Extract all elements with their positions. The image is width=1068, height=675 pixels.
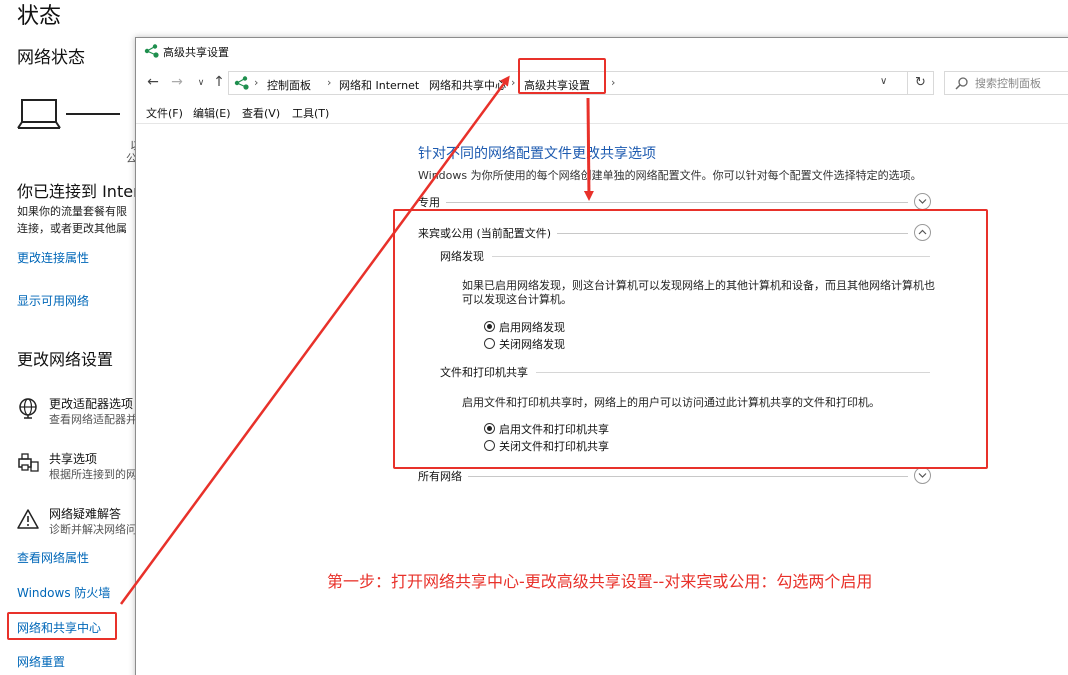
windows-firewall-link[interactable]: Windows 防火墙 xyxy=(17,584,110,601)
highlight-box-breadcrumb xyxy=(518,58,606,94)
menu-bar: 文件(F) 编辑(E) 查看(V) 工具(T) xyxy=(136,104,1068,122)
section-divider xyxy=(418,476,908,477)
breadcrumb-sharing-center[interactable]: 网络和共享中心 xyxy=(429,77,506,93)
search-box[interactable] xyxy=(944,71,1068,95)
search-icon xyxy=(955,77,968,90)
network-icon xyxy=(234,76,249,90)
up-arrow-icon[interactable]: ↑ xyxy=(210,74,228,90)
expand-chevron-icon[interactable] xyxy=(914,193,931,210)
sharing-options-title[interactable]: 共享选项 xyxy=(49,450,97,467)
highlight-box-guest-section xyxy=(393,209,988,469)
menu-tools[interactable]: 工具(T) xyxy=(292,105,329,121)
connected-description: 如果你的流量套餐有限 xyxy=(17,205,127,218)
window-title: 高级共享设置 xyxy=(163,46,229,59)
show-available-networks-link[interactable]: 显示可用网络 xyxy=(17,292,89,309)
content-heading: 针对不同的网络配置文件更改共享选项 xyxy=(418,146,656,162)
breadcrumb-chevron-icon[interactable]: › xyxy=(327,76,331,89)
laptop-icon xyxy=(17,99,61,129)
search-input[interactable] xyxy=(975,74,1068,92)
connection-line xyxy=(66,113,120,115)
refresh-icon[interactable]: ↻ xyxy=(908,71,934,95)
step-instruction-note: 第一步：打开网络共享中心-更改高级共享设置--对来宾或公用：勾选两个启用 xyxy=(327,572,873,591)
adapter-options-title[interactable]: 更改适配器选项 xyxy=(49,395,133,412)
sharing-options-subtitle: 根据所连接到的网 xyxy=(49,468,137,481)
content-intro: Windows 为你所使用的每个网络创建单独的网络配置文件。你可以针对每个配置文… xyxy=(418,169,922,182)
menu-file[interactable]: 文件(F) xyxy=(146,105,183,121)
breadcrumb-network-internet[interactable]: 网络和 Internet xyxy=(339,77,419,93)
adapter-globe-icon xyxy=(19,398,37,419)
section-private-label: 专用 xyxy=(418,194,446,210)
breadcrumb-chevron-icon[interactable]: › xyxy=(611,76,615,89)
network-reset-link[interactable]: 网络重置 xyxy=(17,653,65,670)
sharing-printer-icon xyxy=(18,453,39,472)
troubleshoot-subtitle: 诊断并解决网络问 xyxy=(49,523,137,536)
breadcrumb-control-panel[interactable]: 控制面板 xyxy=(267,77,311,93)
forward-arrow-icon[interactable]: → xyxy=(168,74,186,90)
section-divider xyxy=(418,202,908,203)
change-connection-properties-link[interactable]: 更改连接属性 xyxy=(17,249,89,266)
section-all-networks[interactable]: 所有网络 xyxy=(418,467,932,485)
page-title: 状态 xyxy=(17,4,62,29)
breadcrumb-chevron-icon[interactable]: › xyxy=(511,76,515,89)
network-icon xyxy=(144,44,159,58)
warning-icon xyxy=(17,509,39,529)
connected-heading: 你已连接到 Inter xyxy=(17,182,140,201)
change-network-settings-heading: 更改网络设置 xyxy=(17,350,114,369)
address-dropdown-chevron-icon[interactable]: ∨ xyxy=(880,76,887,87)
network-status-heading: 网络状态 xyxy=(17,48,85,68)
recent-locations-chevron-icon[interactable]: ∨ xyxy=(192,78,210,88)
menu-view[interactable]: 查看(V) xyxy=(242,105,280,121)
section-all-label: 所有网络 xyxy=(418,468,468,484)
expand-chevron-icon[interactable] xyxy=(914,467,931,484)
back-arrow-icon[interactable]: ← xyxy=(144,74,162,90)
breadcrumb-chevron-icon[interactable]: › xyxy=(254,76,258,89)
troubleshoot-title[interactable]: 网络疑难解答 xyxy=(49,505,121,522)
view-network-properties-link[interactable]: 查看网络属性 xyxy=(17,549,89,566)
connected-description: 连接，或者更改其他属 xyxy=(17,222,127,235)
menu-edit[interactable]: 编辑(E) xyxy=(193,105,231,121)
highlight-box-sharing-center xyxy=(7,612,117,640)
adapter-options-subtitle: 查看网络适配器并 xyxy=(49,413,137,426)
